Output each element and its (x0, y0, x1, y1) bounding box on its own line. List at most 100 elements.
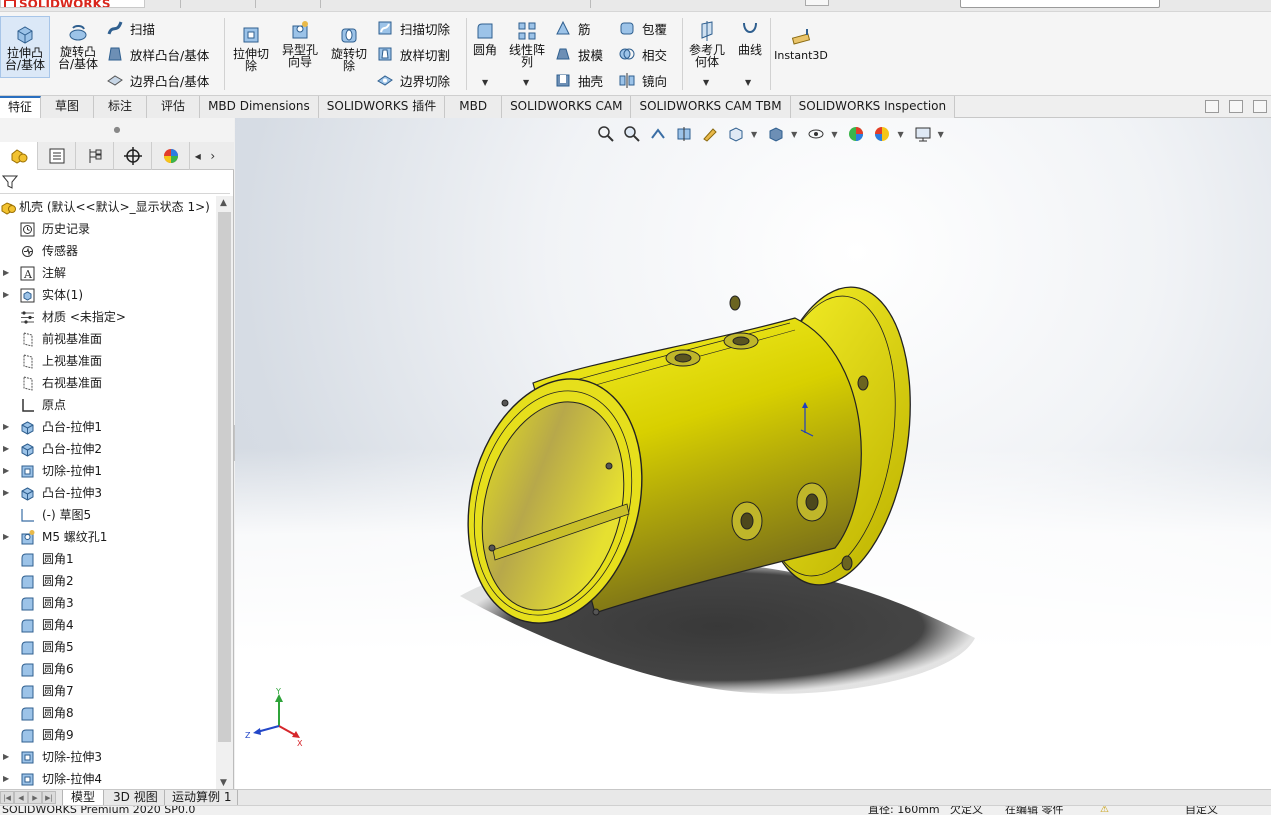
tree-item[interactable]: 材质 <未指定> (0, 306, 216, 328)
instant3d-button[interactable]: Instant3D (774, 26, 828, 66)
expand-arrow-icon[interactable]: ▶ (3, 438, 9, 460)
expand-arrow-icon[interactable]: ▶ (3, 768, 9, 790)
fillet-button[interactable]: 圆角 (468, 16, 502, 78)
tab-solidworks-inspection[interactable]: SOLIDWORKS Inspection (790, 96, 956, 118)
tree-filter[interactable] (0, 170, 230, 194)
tree-item[interactable]: 传感器 (0, 240, 216, 262)
revolve-boss-button[interactable]: 旋转凸 台/基体 (54, 16, 102, 78)
tree-item[interactable]: ▶ 凸台-拉伸3 (0, 482, 216, 504)
tile-right-icon[interactable] (1229, 100, 1243, 113)
expand-arrow-icon[interactable]: ▶ (3, 262, 9, 284)
displaymanager-tab[interactable] (152, 142, 190, 170)
fillet-dropdown-icon[interactable]: ▼ (482, 78, 488, 87)
expand-arrow-icon[interactable]: ▶ (3, 416, 9, 438)
scroll-right-icon[interactable]: › (210, 149, 215, 163)
tab-features[interactable]: 特征 (0, 96, 42, 118)
extrude-boss-button[interactable]: 拉伸凸 台/基体 (0, 16, 50, 78)
tree-item[interactable]: ▶ M5 螺纹孔1 (0, 526, 216, 548)
scrollbar-thumb[interactable] (218, 212, 231, 742)
scroll-left-icon[interactable]: ◂ (195, 149, 201, 163)
boundary-cut-button[interactable]: 边界切除 (376, 70, 450, 90)
tree-item[interactable]: ▶ 切除-拉伸1 (0, 460, 216, 482)
tree-item[interactable]: ▶ 实体(1) (0, 284, 216, 306)
expand-arrow-icon[interactable]: ▶ (3, 746, 9, 768)
tree-scrollbar[interactable]: ▲ ▼ (216, 196, 233, 790)
tab-markup[interactable]: 标注 (94, 96, 148, 118)
intersect-button[interactable]: 相交 (618, 44, 667, 64)
reference-geometry-button[interactable]: 参考几 何体 (684, 16, 730, 78)
scroll-up-icon[interactable]: ▲ (220, 198, 227, 208)
boundary-boss-button[interactable]: 边界凸台/基体 (106, 70, 209, 90)
solidworks-logo[interactable]: SOLIDWORKS (0, 0, 145, 8)
propertymanager-tab[interactable] (38, 142, 76, 170)
expand-arrow-icon[interactable]: ▶ (3, 526, 9, 548)
shell-button[interactable]: 抽壳 (554, 70, 603, 90)
hole-wizard-button[interactable]: 异型孔 向导 (276, 16, 324, 78)
tree-item[interactable]: 圆角4 (0, 614, 216, 636)
mirror-button[interactable]: 镜向 (618, 70, 667, 90)
tab-3d-views[interactable]: 3D 视图 (107, 790, 165, 806)
tree-item[interactable]: 圆角5 (0, 636, 216, 658)
tree-item[interactable]: ▶ 切除-拉伸4 (0, 768, 216, 790)
tree-item[interactable]: 历史记录 (0, 218, 216, 240)
tab-mbd-dimensions[interactable]: MBD Dimensions (200, 96, 319, 118)
search-commands-input[interactable] (960, 0, 1160, 8)
wrap-button[interactable]: 包覆 (618, 18, 667, 38)
tree-item[interactable]: 上视基准面 (0, 350, 216, 372)
expand-arrow-icon[interactable]: ▶ (3, 284, 9, 306)
tab-mbd[interactable]: MBD (445, 96, 503, 118)
first-tab-icon[interactable]: |◀ (0, 791, 14, 804)
next-tab-icon[interactable]: ▶ (28, 791, 42, 804)
tree-item[interactable]: 圆角2 (0, 570, 216, 592)
tab-solidworks-cam-tbm[interactable]: SOLIDWORKS CAM TBM (631, 96, 791, 118)
draft-button[interactable]: 拔模 (554, 44, 603, 64)
tree-item[interactable]: 圆角7 (0, 680, 216, 702)
part-model[interactable] (235, 118, 1271, 790)
rebuild-warning-icon[interactable]: ⚠ (1100, 806, 1109, 815)
prev-tab-icon[interactable]: ◀ (14, 791, 28, 804)
tree-item[interactable]: 圆角9 (0, 724, 216, 746)
tree-item[interactable]: 原点 (0, 394, 216, 416)
loft-cut-button[interactable]: 放样切割 (376, 44, 450, 64)
tree-root-part[interactable]: 机壳 (默认<<默认>_显示状态 1>) (0, 196, 216, 218)
configurationmanager-tab[interactable] (76, 142, 114, 170)
sweep-button[interactable]: 扫描 (106, 18, 155, 38)
expand-arrow-icon[interactable]: ▶ (3, 482, 9, 504)
expand-arrow-icon[interactable]: ▶ (3, 460, 9, 482)
maximize-icon[interactable] (1253, 100, 1267, 113)
last-tab-icon[interactable]: ▶| (42, 791, 56, 804)
graphics-area[interactable]: ▼ ▼ ▼ ▼ ▼ Y X Z (235, 118, 1271, 790)
scroll-down-icon[interactable]: ▼ (220, 778, 227, 788)
tree-item[interactable]: ▶ 切除-拉伸3 (0, 746, 216, 768)
tree-item[interactable]: (-) 草图5 (0, 504, 216, 526)
loft-boss-button[interactable]: 放样凸台/基体 (106, 44, 209, 64)
tree-item[interactable]: ▶ 凸台-拉伸1 (0, 416, 216, 438)
tree-item[interactable]: 圆角6 (0, 658, 216, 680)
tab-motion-study[interactable]: 运动算例 1 (166, 790, 239, 806)
tab-solidworks-cam[interactable]: SOLIDWORKS CAM (502, 96, 632, 118)
tab-evaluate[interactable]: 评估 (147, 96, 201, 118)
tab-solidworks-addins[interactable]: SOLIDWORKS 插件 (318, 96, 446, 118)
tree-item[interactable]: ▶ A 注解 (0, 262, 216, 284)
sweep-cut-button[interactable]: 扫描切除 (376, 18, 450, 38)
status-units[interactable]: 自定义 (1185, 806, 1218, 815)
pattern-dropdown-icon[interactable]: ▼ (523, 78, 529, 87)
extrude-cut-button[interactable]: 拉伸切 除 (228, 16, 274, 78)
tree-item[interactable]: 圆角1 (0, 548, 216, 570)
linear-pattern-button[interactable]: 线性阵 列 (504, 16, 550, 78)
tree-item[interactable]: 右视基准面 (0, 372, 216, 394)
tree-item[interactable]: 圆角3 (0, 592, 216, 614)
curves-button[interactable]: 曲线 (734, 16, 766, 78)
curves-dropdown-icon[interactable]: ▼ (745, 78, 751, 87)
rib-button[interactable]: 筋 (554, 18, 591, 38)
quick-access-dropdown[interactable] (805, 0, 829, 6)
revolve-cut-button[interactable]: 旋转切 除 (326, 16, 372, 78)
panel-grip[interactable]: ● (0, 118, 234, 142)
tree-item[interactable]: 圆角8 (0, 702, 216, 724)
featuremanager-tab[interactable] (0, 142, 38, 170)
reference-dropdown-icon[interactable]: ▼ (703, 78, 709, 87)
tile-left-icon[interactable] (1205, 100, 1219, 113)
tab-sketch[interactable]: 草图 (41, 96, 95, 118)
dimxpertmanager-tab[interactable] (114, 142, 152, 170)
tab-model[interactable]: 模型 (62, 790, 105, 806)
